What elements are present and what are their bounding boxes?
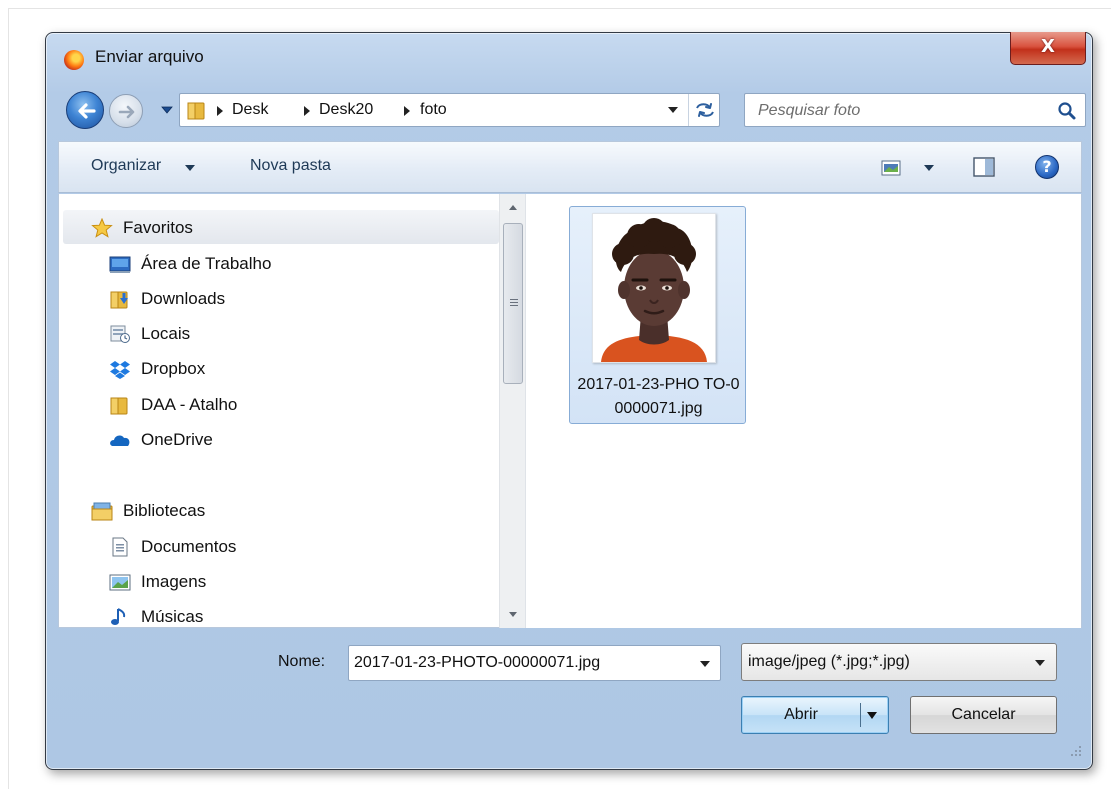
- desktop-icon: [109, 256, 131, 273]
- page-border-top: [8, 8, 1111, 9]
- close-button[interactable]: X: [1010, 32, 1086, 65]
- back-button[interactable]: [66, 91, 104, 129]
- command-toolbar: Organizar Nova pasta ?: [58, 141, 1082, 193]
- open-options-dropdown-icon[interactable]: [867, 712, 877, 719]
- folder-icon: [187, 102, 205, 120]
- refresh-icon[interactable]: [694, 100, 716, 120]
- file-name-field[interactable]: 2017-01-23-PHOTO-00000071.jpg: [348, 645, 721, 681]
- file-name-label: 2017-01-23-PHO TO-00000071.jpg: [577, 376, 740, 417]
- scroll-grip-icon: [510, 299, 518, 300]
- file-name-label-text: Nome:: [278, 653, 326, 670]
- breadcrumb-foto[interactable]: foto: [420, 101, 447, 119]
- view-options-dropdown-icon[interactable]: [924, 165, 934, 171]
- cancel-button[interactable]: Cancelar: [910, 696, 1057, 734]
- nav-item-musicas[interactable]: Músicas: [109, 601, 489, 628]
- star-icon: [91, 218, 113, 238]
- nav-item-label: DAA - Atalho: [141, 395, 238, 414]
- folder-icon: [110, 397, 128, 415]
- breadcrumb-desk[interactable]: Desk: [232, 101, 268, 119]
- page-border-left: [8, 8, 9, 789]
- nav-item-downloads[interactable]: Downloads: [109, 283, 489, 315]
- dialog-title: Enviar arquivo: [95, 47, 204, 66]
- nav-item-onedrive[interactable]: OneDrive: [109, 424, 489, 456]
- breadcrumb-separator-icon: [217, 106, 223, 116]
- person-avatar-icon: [593, 214, 715, 362]
- downloads-folder-icon: [110, 291, 128, 309]
- nav-item-label: Downloads: [141, 289, 226, 308]
- nav-libraries[interactable]: Bibliotecas: [91, 495, 491, 527]
- nav-item-imagens[interactable]: Imagens: [109, 566, 489, 598]
- nav-item-label: Área de Trabalho: [141, 254, 272, 273]
- nav-item-label: OneDrive: [141, 430, 213, 449]
- nav-item-label: Músicas: [141, 607, 204, 626]
- breadcrumb-separator-icon: [404, 106, 410, 116]
- open-button[interactable]: Abrir: [741, 696, 889, 734]
- breadcrumb-desk20[interactable]: Desk20: [319, 101, 373, 119]
- organize-menu-button[interactable]: Organizar: [91, 157, 161, 175]
- onedrive-icon: [110, 435, 130, 446]
- address-dropdown-icon[interactable]: [668, 107, 678, 113]
- chevron-down-icon[interactable]: [700, 661, 710, 667]
- address-bar[interactable]: Desk Desk20 foto: [179, 93, 720, 127]
- search-input[interactable]: Pesquisar foto: [744, 93, 1086, 127]
- preview-pane-icon[interactable]: [973, 157, 995, 177]
- scroll-up-icon[interactable]: [509, 205, 517, 210]
- nav-item-locais[interactable]: Locais: [109, 318, 489, 350]
- file-type-value: image/jpeg (*.jpg;*.jpg): [748, 653, 910, 670]
- chevron-down-icon: [1035, 660, 1045, 666]
- nav-libraries-label: Bibliotecas: [123, 501, 206, 520]
- libraries-icon: [91, 502, 113, 521]
- change-view-icon[interactable]: [881, 160, 901, 176]
- file-type-select[interactable]: image/jpeg (*.jpg;*.jpg): [741, 643, 1057, 681]
- document-icon: [112, 537, 128, 557]
- browser-area: Favoritos Área de Trabalho Downloads Loc…: [58, 194, 1082, 628]
- open-button-label: Abrir: [784, 706, 818, 723]
- help-icon[interactable]: ?: [1035, 155, 1059, 179]
- nav-favorites-label: Favoritos: [123, 218, 193, 237]
- nav-item-label: Locais: [141, 324, 191, 343]
- photo-thumbnail: [592, 213, 716, 363]
- picture-icon: [109, 574, 131, 591]
- nav-item-label: Dropbox: [141, 359, 206, 378]
- cancel-button-label: Cancelar: [951, 706, 1016, 723]
- nav-item-desktop[interactable]: Área de Trabalho: [109, 248, 489, 280]
- search-placeholder: Pesquisar foto: [758, 102, 861, 119]
- organize-dropdown-icon[interactable]: [185, 165, 195, 171]
- search-icon[interactable]: [1057, 101, 1077, 121]
- scroll-thumb[interactable]: [503, 223, 523, 384]
- dropbox-icon: [110, 361, 130, 379]
- recent-places-icon: [110, 325, 130, 343]
- nav-item-label: Imagens: [141, 572, 207, 591]
- breadcrumb-separator-icon: [304, 106, 310, 116]
- forward-button[interactable]: [109, 94, 143, 128]
- nav-item-label: Documentos: [141, 537, 237, 556]
- split-divider: [860, 703, 861, 727]
- nav-item-daa-atalho[interactable]: DAA - Atalho: [109, 389, 489, 421]
- firefox-icon: [64, 50, 84, 70]
- arrow-left-icon: [78, 103, 96, 119]
- resize-grip-icon[interactable]: [1070, 745, 1082, 757]
- navigation-pane: Favoritos Área de Trabalho Downloads Loc…: [59, 194, 499, 628]
- navigation-scrollbar[interactable]: [499, 194, 526, 628]
- arrow-right-icon: [118, 105, 135, 119]
- music-icon: [111, 608, 126, 625]
- file-upload-dialog: Enviar arquivo X Desk Desk20 foto Pesqui…: [45, 32, 1093, 770]
- file-name-value: 2017-01-23-PHOTO-00000071.jpg: [354, 654, 601, 671]
- nav-item-documentos[interactable]: Documentos: [109, 531, 489, 563]
- file-list: 2017-01-23-PHO TO-00000071.jpg: [526, 194, 1081, 628]
- recent-locations-dropdown-icon[interactable]: [160, 103, 174, 117]
- file-item[interactable]: 2017-01-23-PHO TO-00000071.jpg: [569, 206, 746, 424]
- address-divider: [688, 94, 689, 126]
- nav-item-dropbox[interactable]: Dropbox: [109, 353, 489, 385]
- scroll-down-icon[interactable]: [509, 612, 517, 617]
- nav-favorites[interactable]: Favoritos: [91, 212, 491, 244]
- new-folder-button[interactable]: Nova pasta: [250, 157, 331, 175]
